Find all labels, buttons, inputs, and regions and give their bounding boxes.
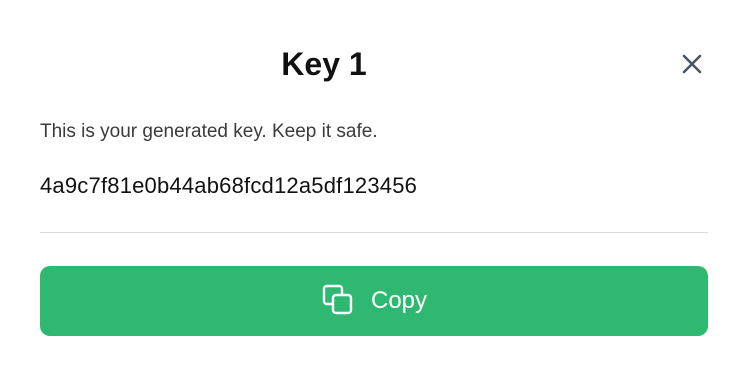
generated-key-value: 4a9c7f81e0b44ab68fcd12a5df123456 [40,173,418,198]
copy-button-label: Copy [370,287,428,314]
divider [40,232,708,233]
dialog-description: This is your generated key. Keep it safe… [40,121,378,142]
key-dialog: Key 1 This is your generated key. Keep i… [0,0,748,382]
dialog-title: Key 1 [281,46,367,82]
copy-icon [321,283,357,319]
close-icon[interactable] [681,53,703,75]
copy-button[interactable]: Copy [40,266,708,336]
close-button[interactable] [672,44,712,84]
